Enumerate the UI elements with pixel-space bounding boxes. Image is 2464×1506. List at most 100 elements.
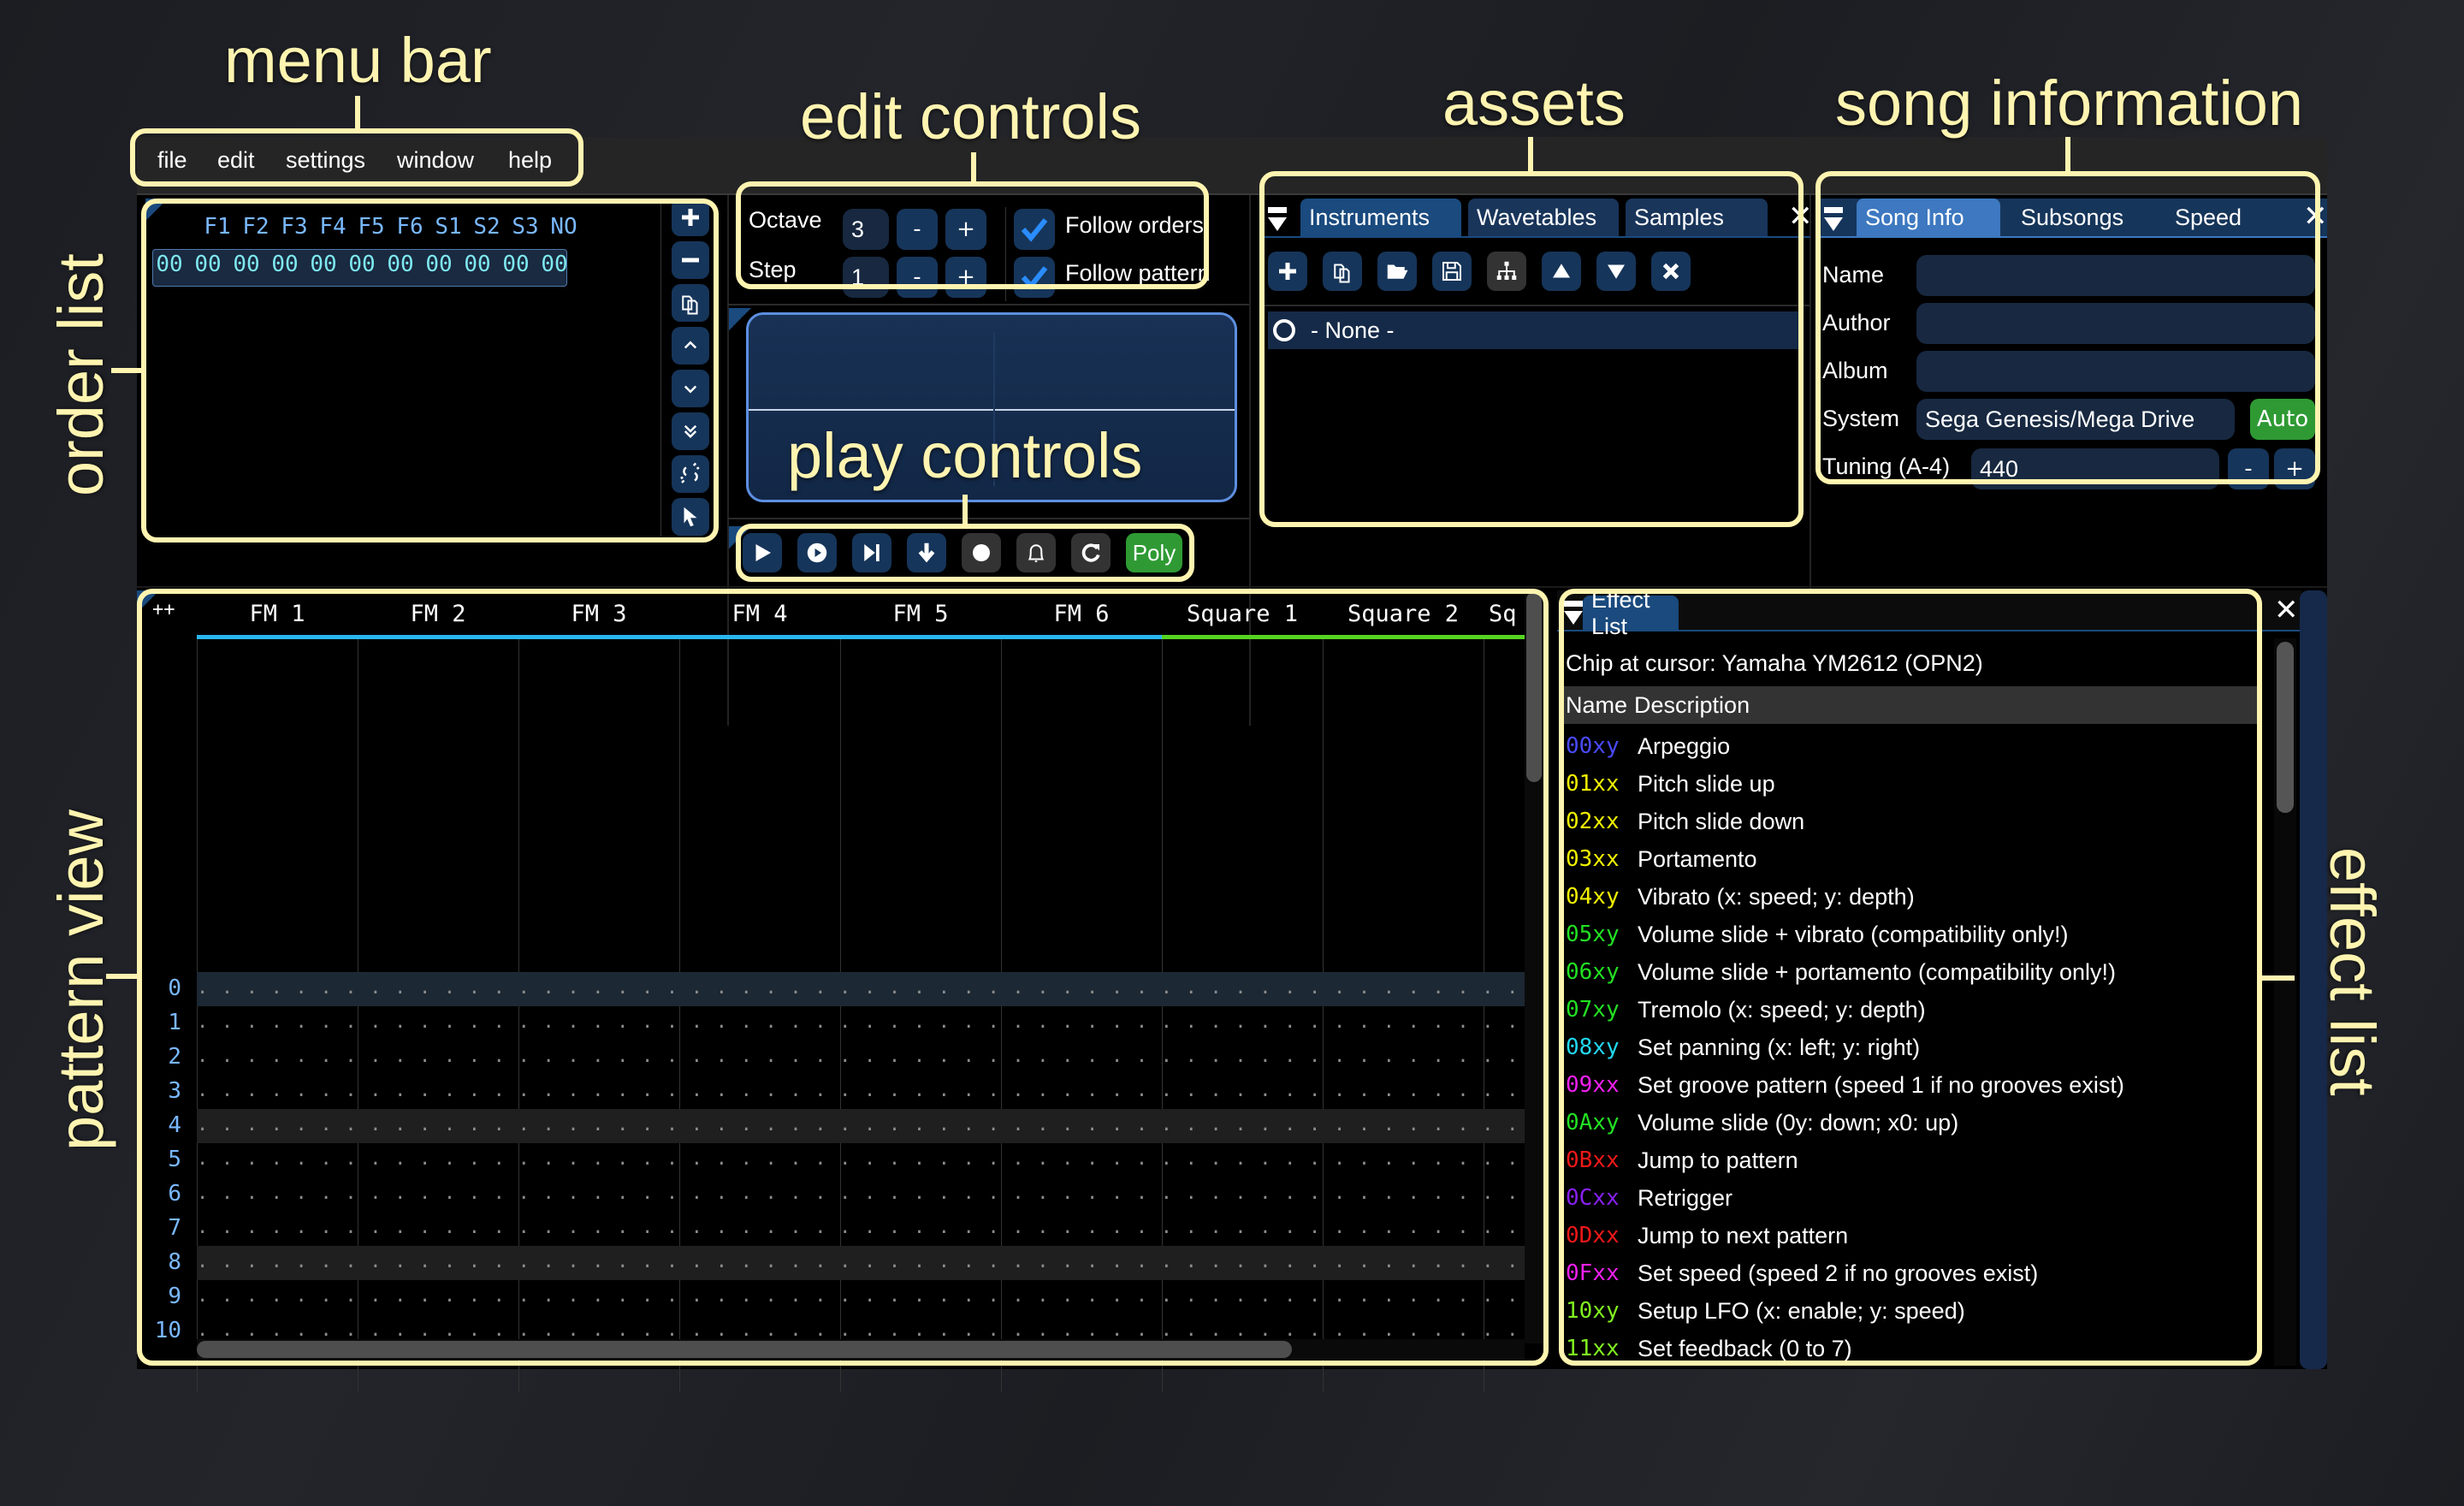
- tuning-plus-button[interactable]: +: [2274, 448, 2315, 489]
- close-icon[interactable]: ✕: [2303, 202, 2328, 231]
- order-cell[interactable]: 00: [345, 252, 379, 277]
- collapse-menu-icon[interactable]: [1564, 601, 1583, 626]
- tab-samples[interactable]: Samples: [1626, 199, 1768, 236]
- channel-header[interactable]: FM 5: [840, 601, 1001, 627]
- follow-orders-checkbox[interactable]: [1014, 209, 1055, 250]
- effect-row[interactable]: 09xx Set groove pattern (speed 1 if no gr…: [1566, 1066, 2124, 1104]
- effect-row[interactable]: 05xy Volume slide + vibrato (compatibilit…: [1566, 916, 2068, 953]
- effect-row[interactable]: 04xy Vibrato (x: speed; y: depth): [1566, 878, 1915, 916]
- effect-row[interactable]: 0Dxx Jump to next pattern: [1566, 1217, 1848, 1254]
- open-folder-button[interactable]: [1377, 252, 1417, 291]
- plus-button[interactable]: [672, 199, 709, 236]
- order-cell[interactable]: 00: [191, 252, 225, 277]
- empty-cells[interactable]: . . . . . . . . . . . . . . . . . . . . …: [197, 1114, 1531, 1135]
- collapse-menu-icon[interactable]: [1824, 207, 1843, 233]
- channel-header[interactable]: Square 2: [1323, 601, 1484, 627]
- vertical-scrollbar-thumb[interactable]: [1526, 592, 1542, 782]
- order-cell[interactable]: 00: [537, 252, 572, 277]
- empty-cells[interactable]: . . . . . . . . . . . . . . . . . . . . …: [197, 1046, 1531, 1067]
- tab-wavetables[interactable]: Wavetables: [1468, 199, 1619, 236]
- double-chevron-down-button[interactable]: [672, 412, 709, 450]
- effect-row[interactable]: 06xy Volume slide + portamento (compatibi…: [1566, 953, 2116, 991]
- step-input[interactable]: 1: [843, 257, 889, 298]
- pattern-row[interactable]: 0 . . . . . . . . . . . . . . . . . . . .…: [137, 972, 1531, 1006]
- channel-header[interactable]: FM 2: [358, 601, 518, 627]
- empty-cells[interactable]: . . . . . . . . . . . . . . . . . . . . …: [197, 1319, 1531, 1341]
- pattern-row[interactable]: 1 . . . . . . . . . . . . . . . . . . . .…: [137, 1006, 1531, 1041]
- octave-input[interactable]: 3: [843, 209, 889, 250]
- pattern-row[interactable]: 3 . . . . . . . . . . . . . . . . . . . .…: [137, 1075, 1531, 1109]
- close-icon[interactable]: ✕: [2274, 596, 2299, 625]
- menu-settings[interactable]: settings: [286, 147, 365, 174]
- order-cell[interactable]: 00: [229, 252, 264, 277]
- effect-row[interactable]: 00xy Arpeggio: [1566, 727, 1730, 765]
- metronome-button[interactable]: [1016, 533, 1056, 572]
- tab-speed[interactable]: Speed: [2166, 199, 2295, 236]
- order-cell[interactable]: 00: [499, 252, 533, 277]
- vertical-scrollbar-track[interactable]: [1525, 590, 1543, 1343]
- duplicate-button[interactable]: [672, 284, 709, 322]
- pattern-row[interactable]: 4 . . . . . . . . . . . . . . . . . . . .…: [137, 1109, 1531, 1143]
- empty-cells[interactable]: . . . . . . . . . . . . . . . . . . . . …: [197, 1011, 1531, 1033]
- horizontal-scrollbar-track[interactable]: [197, 1339, 1525, 1360]
- save-button[interactable]: [1432, 252, 1472, 291]
- poly-button[interactable]: Poly: [1126, 533, 1182, 572]
- collapse-menu-icon[interactable]: [1268, 207, 1287, 233]
- step-minus-button[interactable]: -: [897, 257, 938, 298]
- menu-edit[interactable]: edit: [217, 147, 255, 174]
- channel-header[interactable]: Square 1: [1162, 601, 1323, 627]
- effect-row[interactable]: 03xx Portamento: [1566, 840, 1757, 878]
- tuning-minus-button[interactable]: -: [2228, 448, 2269, 489]
- follow-pattern-checkbox[interactable]: [1014, 257, 1055, 298]
- tab-subsongs[interactable]: Subsongs: [2012, 199, 2158, 236]
- order-cell[interactable]: 00: [422, 252, 456, 277]
- empty-cells[interactable]: . . . . . . . . . . . . . . . . . . . . …: [197, 1217, 1531, 1238]
- tab-instruments[interactable]: Instruments: [1300, 199, 1461, 236]
- channel-header[interactable]: FM 6: [1001, 601, 1162, 627]
- tuning-input[interactable]: 440: [1971, 448, 2219, 489]
- play-pattern-button[interactable]: [797, 533, 837, 572]
- empty-cells[interactable]: . . . . . . . . . . . . . . . . . . . . …: [197, 1251, 1531, 1272]
- order-cell[interactable]: 00: [383, 252, 418, 277]
- effect-row[interactable]: 02xx Pitch slide down: [1566, 803, 1804, 840]
- tree-view-button[interactable]: [1487, 252, 1526, 291]
- tab-effect-list[interactable]: Effect List: [1583, 587, 1679, 639]
- album-input[interactable]: [1916, 351, 2315, 392]
- pattern-row[interactable]: 8 . . . . . . . . . . . . . . . . . . . .…: [137, 1246, 1531, 1280]
- effect-row[interactable]: 0Axy Volume slide (0y: down; x0: up): [1566, 1104, 1958, 1141]
- chevron-up-button[interactable]: [672, 327, 709, 365]
- chevron-down-button[interactable]: [672, 370, 709, 407]
- asset-list-item[interactable]: - None -: [1268, 311, 1798, 349]
- menu-help[interactable]: help: [508, 147, 552, 174]
- empty-cells[interactable]: . . . . . . . . . . . . . . . . . . . . …: [197, 1285, 1531, 1307]
- minus-button[interactable]: [672, 241, 709, 279]
- channel-header[interactable]: FM 1: [197, 601, 358, 627]
- pattern-row[interactable]: 5 . . . . . . . . . . . . . . . . . . . .…: [137, 1143, 1531, 1177]
- repeat-pattern-button[interactable]: [1071, 533, 1111, 572]
- unlink-button[interactable]: [672, 455, 709, 493]
- close-icon[interactable]: ✕: [1788, 202, 1813, 231]
- empty-cells[interactable]: . . . . . . . . . . . . . . . . . . . . …: [197, 1148, 1531, 1170]
- menu-file[interactable]: file: [157, 147, 187, 174]
- channel-header[interactable]: Sq: [1484, 601, 1525, 627]
- record-button[interactable]: [962, 533, 1001, 572]
- pointer-button[interactable]: [672, 498, 709, 536]
- step-plus-button[interactable]: +: [945, 257, 986, 298]
- pattern-row[interactable]: 2 . . . . . . . . . . . . . . . . . . . .…: [137, 1041, 1531, 1075]
- effect-row[interactable]: 0Fxx Set speed (speed 2 if no grooves exi…: [1566, 1254, 2038, 1292]
- octave-minus-button[interactable]: -: [897, 209, 938, 250]
- order-cell[interactable]: 00: [460, 252, 495, 277]
- effect-scrollbar-track[interactable]: [2274, 638, 2296, 1366]
- move-up-button[interactable]: [1542, 252, 1581, 291]
- octave-plus-button[interactable]: +: [945, 209, 986, 250]
- empty-cells[interactable]: . . . . . . . . . . . . . . . . . . . . …: [197, 1183, 1531, 1204]
- menu-window[interactable]: window: [397, 147, 474, 174]
- channel-header[interactable]: FM 3: [518, 601, 679, 627]
- pattern-row[interactable]: 7 . . . . . . . . . . . . . . . . . . . .…: [137, 1212, 1531, 1246]
- order-cell[interactable]: 00: [152, 252, 187, 277]
- effect-row[interactable]: 10xy Setup LFO (x: enable; y: speed): [1566, 1292, 1965, 1330]
- effect-row[interactable]: 01xx Pitch slide up: [1566, 765, 1775, 803]
- effect-row[interactable]: 07xy Tremolo (x: speed; y: depth): [1566, 991, 1926, 1029]
- channel-header[interactable]: FM 4: [679, 601, 840, 627]
- edit-mode-button[interactable]: [907, 533, 946, 572]
